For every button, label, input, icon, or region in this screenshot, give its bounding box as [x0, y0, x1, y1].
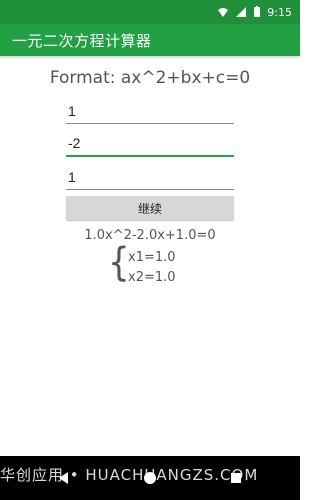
watermark-text: 华创应用 • HUACHUANGZS.COM	[0, 466, 259, 484]
status-icons: 9:15	[217, 4, 292, 20]
coefficient-a-input[interactable]	[66, 98, 234, 124]
status-time: 9:15	[267, 5, 292, 19]
format-label: Format: ax^2+bx+c=0	[49, 68, 251, 88]
signal-icon	[235, 6, 247, 18]
status-bar: 9:15	[0, 0, 300, 24]
battery-icon	[253, 6, 261, 18]
equation-text: 1.0x^2-2.0x+1.0=0	[84, 228, 216, 243]
brace-icon: {	[108, 240, 130, 286]
main-content: Format: ax^2+bx+c=0 继续 1.0x^2-2.0x+1.0=0…	[0, 56, 300, 446]
root-x1: x1=1.0	[128, 250, 176, 265]
app-title: 一元二次方程计算器	[12, 32, 152, 50]
app-bar: 一元二次方程计算器	[0, 24, 300, 56]
wifi-icon	[217, 6, 229, 18]
root-x2: x2=1.0	[128, 270, 176, 285]
coefficient-b-input[interactable]	[66, 131, 234, 157]
continue-button[interactable]: 继续	[66, 196, 234, 220]
coefficient-c-input[interactable]	[66, 164, 234, 190]
